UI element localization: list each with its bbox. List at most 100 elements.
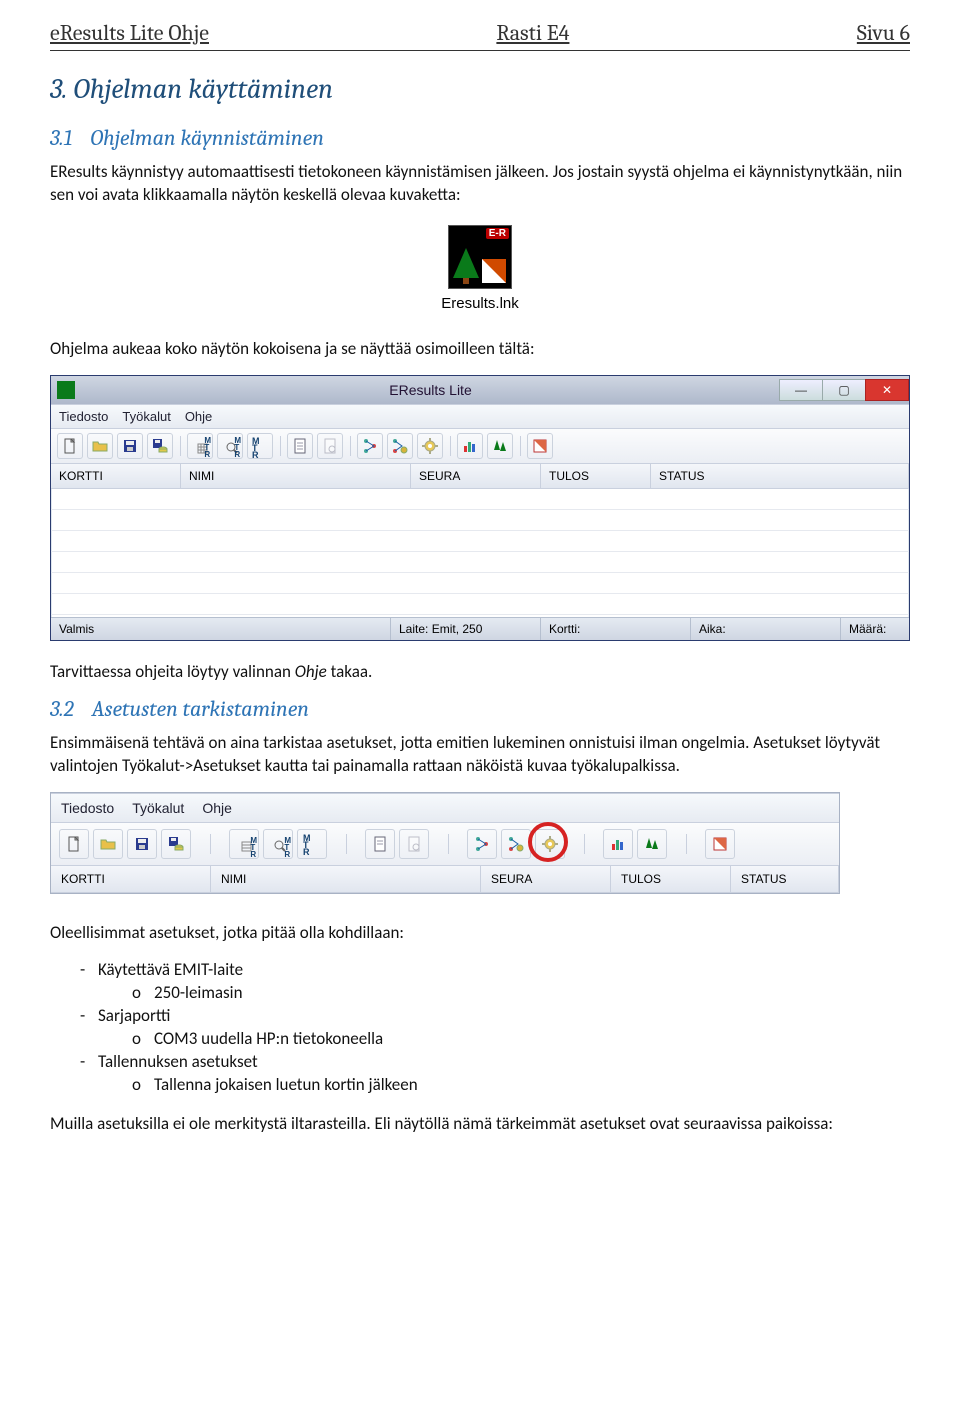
toolbar-clip-figure: Tiedosto Työkalut Ohje MTR MTR MTR KORTT…: [50, 792, 840, 894]
paragraph-other-settings: Muilla asetuksilla ei ole merkitystä ilt…: [50, 1113, 910, 1136]
mtr-search-icon[interactable]: MTR: [217, 433, 243, 459]
paragraph-intro: EResults käynnistyy automaattisesti tiet…: [50, 161, 910, 207]
toolbar-separator: [517, 433, 523, 459]
window-buttons: — ▢ ✕: [780, 379, 909, 401]
shortcut-caption: Eresults.lnk: [50, 295, 910, 312]
toolbar-separator: [671, 829, 701, 859]
status-time: Aika:: [691, 618, 841, 640]
toolbar-separator: [331, 829, 361, 859]
toolbar-separator: [433, 829, 463, 859]
structure-icon[interactable]: [467, 829, 497, 859]
mtr-search-icon[interactable]: MTR: [263, 829, 293, 859]
table-row: [51, 531, 909, 552]
menu-tyokalut[interactable]: Työkalut: [132, 800, 184, 816]
paragraph-opens-fullscreen: Ohjelma aukeaa koko näytön kokoisena ja …: [50, 338, 910, 361]
settings-gear-icon[interactable]: [417, 433, 443, 459]
save-icon[interactable]: [117, 433, 143, 459]
settings-gear-icon[interactable]: [535, 829, 565, 859]
toolbar: MTR MTR MTR: [51, 823, 839, 866]
preview-icon[interactable]: [317, 433, 343, 459]
mtr-grid-icon[interactable]: MTR: [187, 433, 213, 459]
fork-settings-icon[interactable]: [501, 829, 531, 859]
new-doc-icon[interactable]: [57, 433, 83, 459]
column-headers: KORTTI NIMI SEURA TULOS STATUS: [51, 464, 909, 489]
col-nimi[interactable]: NIMI: [181, 464, 411, 488]
col-seura[interactable]: SEURA: [411, 464, 541, 488]
maximize-button[interactable]: ▢: [822, 379, 866, 401]
eresults-window: EResults Lite — ▢ ✕ Tiedosto Työkalut Oh…: [50, 375, 910, 641]
toolbar-separator: [569, 829, 599, 859]
menu-bar: Tiedosto Työkalut Ohje: [51, 793, 839, 823]
window-title: EResults Lite: [81, 382, 780, 398]
results-chart-icon[interactable]: [457, 433, 483, 459]
list-item: Sarjaportti COM3 uudella HP:n tietokonee…: [80, 1005, 910, 1049]
list-item: Tallenna jokaisen luetun kortin jälkeen: [132, 1074, 910, 1095]
status-device: Laite: Emit, 250: [391, 618, 541, 640]
status-card: Kortti:: [541, 618, 691, 640]
menu-ohje[interactable]: Ohje: [202, 800, 232, 816]
open-folder-icon[interactable]: [87, 433, 113, 459]
results-chart-icon[interactable]: [603, 829, 633, 859]
header-center: Rasti E4: [496, 20, 569, 46]
col-status[interactable]: STATUS: [731, 866, 839, 892]
toolbar-separator: [447, 433, 453, 459]
list-item: 250-leimasin: [132, 982, 910, 1003]
flag-icon[interactable]: [527, 433, 553, 459]
toolbar-separator: [177, 433, 183, 459]
document-header: eResults Lite Ohje Rasti E4 Sivu 6: [50, 20, 910, 51]
menu-tyokalut[interactable]: Työkalut: [122, 409, 170, 424]
menu-ohje[interactable]: Ohje: [185, 409, 212, 424]
col-kortti[interactable]: KORTTI: [51, 464, 181, 488]
section-3-heading: 3. Ohjelman käyttäminen: [50, 73, 910, 105]
app-icon: [57, 381, 75, 399]
window-titlebar: EResults Lite — ▢ ✕: [51, 376, 909, 404]
open-folder-icon[interactable]: [93, 829, 123, 859]
table-row: [51, 573, 909, 594]
table-row: [51, 510, 909, 531]
col-tulos[interactable]: TULOS: [611, 866, 731, 892]
column-headers: KORTTI NIMI SEURA TULOS STATUS: [51, 866, 839, 893]
report-icon[interactable]: [287, 433, 313, 459]
menu-bar: Tiedosto Työkalut Ohje: [51, 404, 909, 429]
eresults-shortcut-icon: E-R: [448, 225, 512, 289]
col-kortti[interactable]: KORTTI: [51, 866, 211, 892]
save-icon[interactable]: [127, 829, 157, 859]
structure-icon[interactable]: [357, 433, 383, 459]
header-left: eResults Lite Ohje: [50, 20, 209, 46]
forest-icon[interactable]: [637, 829, 667, 859]
header-right: Sivu 6: [857, 20, 910, 46]
report-icon[interactable]: [365, 829, 395, 859]
col-nimi[interactable]: NIMI: [211, 866, 481, 892]
mtr-icon[interactable]: MTR: [247, 433, 273, 459]
status-count: Määrä:: [841, 618, 909, 640]
paragraph-check-settings: Ensimmäisenä tehtävä on aina tarkistaa a…: [50, 732, 910, 778]
new-doc-icon[interactable]: [59, 829, 89, 859]
forest-icon[interactable]: [487, 433, 513, 459]
status-bar: Valmis Laite: Emit, 250 Kortti: Aika: Mä…: [51, 617, 909, 640]
status-ready: Valmis: [51, 618, 391, 640]
table-rows-empty: [51, 489, 909, 617]
paragraph-ohje-hint: Tarvittaessa ohjeita löytyy valinnan Ohj…: [50, 661, 910, 684]
save-db-icon[interactable]: [147, 433, 173, 459]
col-status[interactable]: STATUS: [651, 464, 909, 488]
fork-settings-icon[interactable]: [387, 433, 413, 459]
col-seura[interactable]: SEURA: [481, 866, 611, 892]
section-3-1-heading: 3.1Ohjelman käynnistäminen: [50, 125, 910, 151]
toolbar-separator: [347, 433, 353, 459]
table-row: [51, 594, 909, 615]
list-item: Tallennuksen asetukset Tallenna jokaisen…: [80, 1051, 910, 1095]
mtr-grid-icon[interactable]: MTR: [229, 829, 259, 859]
save-db-icon[interactable]: [161, 829, 191, 859]
toolbar: MTR MTR MTR: [51, 429, 909, 464]
toolbar-separator: [277, 433, 283, 459]
mtr-icon[interactable]: MTR: [297, 829, 327, 859]
col-tulos[interactable]: TULOS: [541, 464, 651, 488]
preview-icon[interactable]: [399, 829, 429, 859]
settings-list: Käytettävä EMIT-laite 250-leimasin Sarja…: [50, 959, 910, 1095]
flag-icon[interactable]: [705, 829, 735, 859]
menu-tiedosto[interactable]: Tiedosto: [61, 800, 114, 816]
minimize-button[interactable]: —: [779, 379, 823, 401]
close-button[interactable]: ✕: [865, 379, 909, 401]
menu-tiedosto[interactable]: Tiedosto: [59, 409, 108, 424]
list-item: COM3 uudella HP:n tietokoneella: [132, 1028, 910, 1049]
